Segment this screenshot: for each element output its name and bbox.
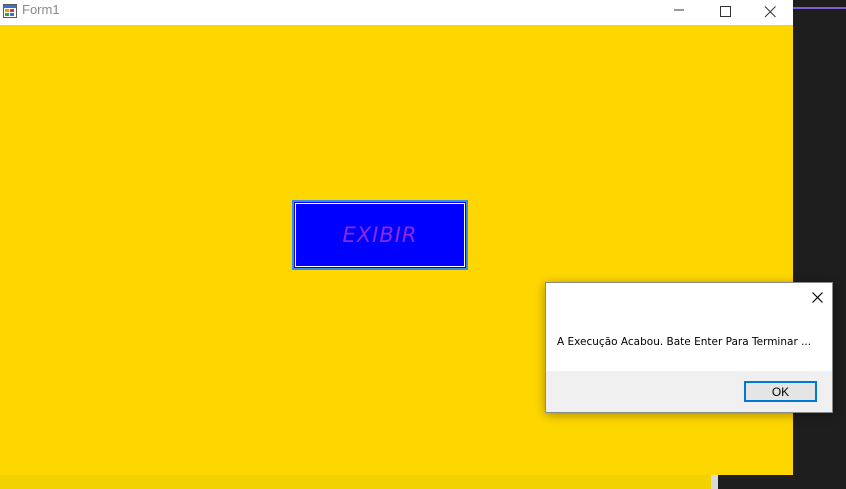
message-box: A Execução Acabou. Bate Enter Para Termi… — [545, 282, 833, 413]
form-app-icon[interactable] — [3, 3, 17, 18]
maximize-icon — [720, 6, 731, 17]
maximize-button[interactable] — [702, 0, 747, 25]
exibir-button-label: EXIBIR — [342, 223, 418, 247]
minimize-icon — [674, 9, 684, 11]
ok-button[interactable]: OK — [744, 381, 817, 402]
exibir-button[interactable]: EXIBIR — [292, 200, 468, 270]
dialog-footer: OK — [546, 371, 832, 412]
dialog-close-button[interactable] — [804, 285, 830, 309]
ok-button-label: OK — [771, 384, 790, 399]
window-title: Form1 — [22, 2, 60, 17]
title-bar[interactable]: Form1 — [0, 0, 793, 25]
background-editor-panel — [793, 0, 846, 489]
editor-accent-line — [793, 7, 846, 9]
close-button[interactable] — [747, 0, 792, 25]
background-scroll-edge — [711, 475, 718, 489]
close-icon — [812, 292, 823, 303]
dialog-message: A Execução Acabou. Bate Enter Para Termi… — [557, 336, 812, 348]
background-dark-edge — [718, 475, 793, 489]
background-window-edge — [0, 475, 718, 489]
minimize-button[interactable] — [656, 0, 701, 25]
close-icon — [764, 6, 776, 18]
